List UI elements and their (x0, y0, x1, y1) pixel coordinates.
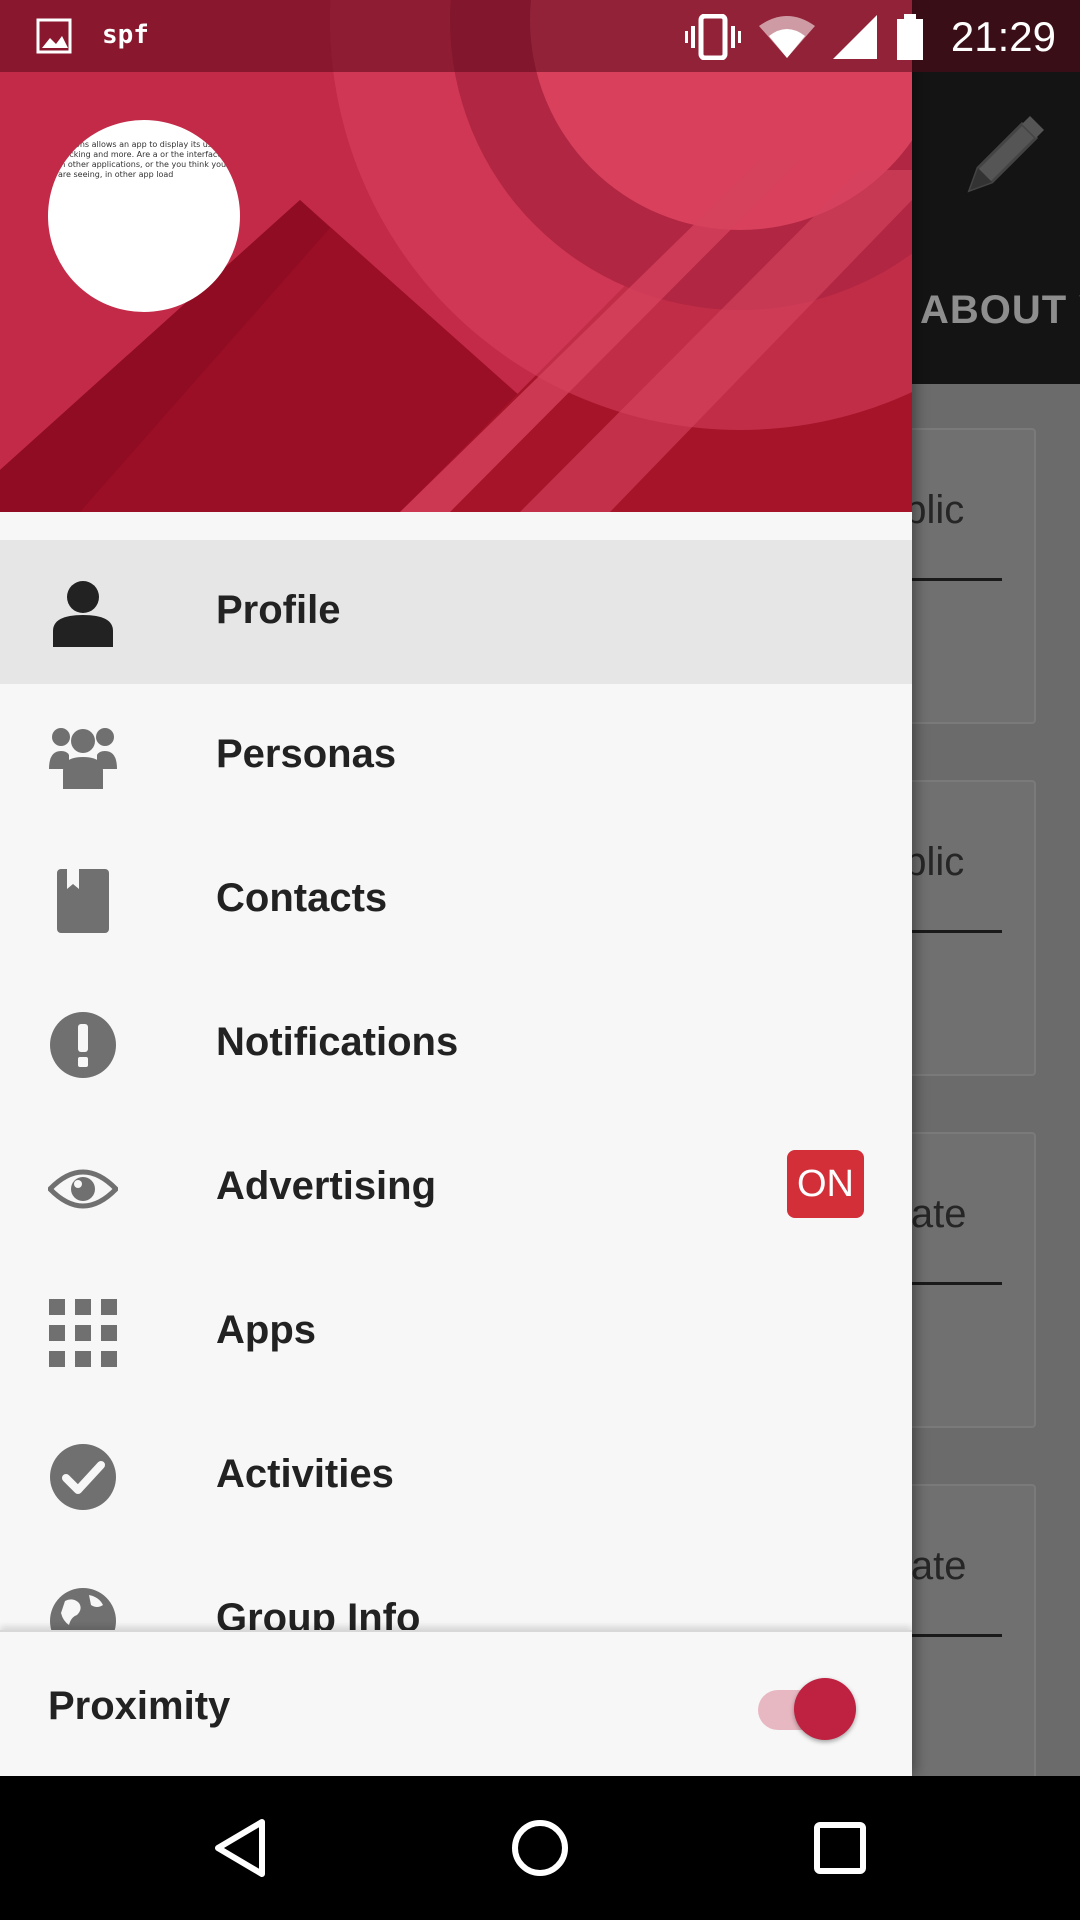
edit-pencil-icon[interactable] (960, 110, 1050, 200)
back-button[interactable] (200, 1812, 280, 1884)
menu-item-activities[interactable]: Activities (0, 1404, 912, 1548)
vibrate-icon (684, 14, 741, 60)
status-bar: spf 21:29 (0, 0, 1080, 72)
menu-item-notifications[interactable]: Notifications (0, 972, 912, 1116)
tab-about[interactable]: ABOUT Y (920, 288, 1080, 333)
drawer-footer: Proximity (0, 1630, 912, 1776)
toggle-thumb (794, 1678, 856, 1740)
menu-item-label: Notifications (216, 1020, 459, 1064)
gallery-notification-icon (36, 18, 72, 54)
menu-item-personas[interactable]: Personas (0, 684, 912, 828)
eye-icon (48, 1154, 118, 1224)
home-circle-icon (512, 1820, 568, 1876)
status-icons: 21:29 (684, 12, 1056, 62)
menu-item-profile[interactable]: Profile (0, 540, 912, 684)
menu-item-label: Activities (216, 1452, 394, 1496)
advertising-status-badge[interactable]: ON (787, 1150, 864, 1218)
group-icon (48, 722, 118, 792)
cellular-signal-icon (832, 15, 877, 59)
alert-circle-icon (48, 1010, 118, 1080)
clock: 21:29 (950, 13, 1056, 60)
wifi-icon (758, 16, 815, 58)
drawer-header: Persons allows an app to display its usa… (0, 0, 912, 512)
proximity-label: Proximity (48, 1684, 231, 1728)
drawer-menu: Profile Personas Contacts Notifications … (0, 540, 912, 1692)
recents-square-icon (814, 1822, 866, 1874)
recents-button[interactable] (800, 1812, 880, 1884)
notification-app-label: spf (102, 20, 149, 50)
person-icon (48, 578, 118, 648)
menu-item-label: Personas (216, 732, 397, 776)
avatar-text: Persons allows an app to display its usa… (58, 140, 227, 179)
system-navigation-bar (0, 1776, 1080, 1920)
menu-item-label: Profile (216, 588, 341, 632)
menu-item-label: Apps (216, 1308, 316, 1352)
proximity-toggle[interactable] (756, 1674, 856, 1740)
menu-item-label: Contacts (216, 876, 388, 920)
apps-grid-icon (48, 1298, 118, 1368)
menu-item-contacts[interactable]: Contacts (0, 828, 912, 972)
back-triangle-icon (215, 1819, 265, 1877)
home-button[interactable] (500, 1812, 580, 1884)
contact-book-icon (48, 866, 118, 936)
profile-avatar[interactable]: Persons allows an app to display its usa… (48, 120, 240, 312)
menu-item-label: Advertising (216, 1164, 437, 1208)
navigation-drawer: Persons allows an app to display its usa… (0, 0, 912, 1776)
battery-icon (896, 14, 923, 60)
check-circle-icon (48, 1442, 118, 1512)
menu-item-advertising[interactable]: Advertising ON (0, 1116, 912, 1260)
menu-item-apps[interactable]: Apps (0, 1260, 912, 1404)
